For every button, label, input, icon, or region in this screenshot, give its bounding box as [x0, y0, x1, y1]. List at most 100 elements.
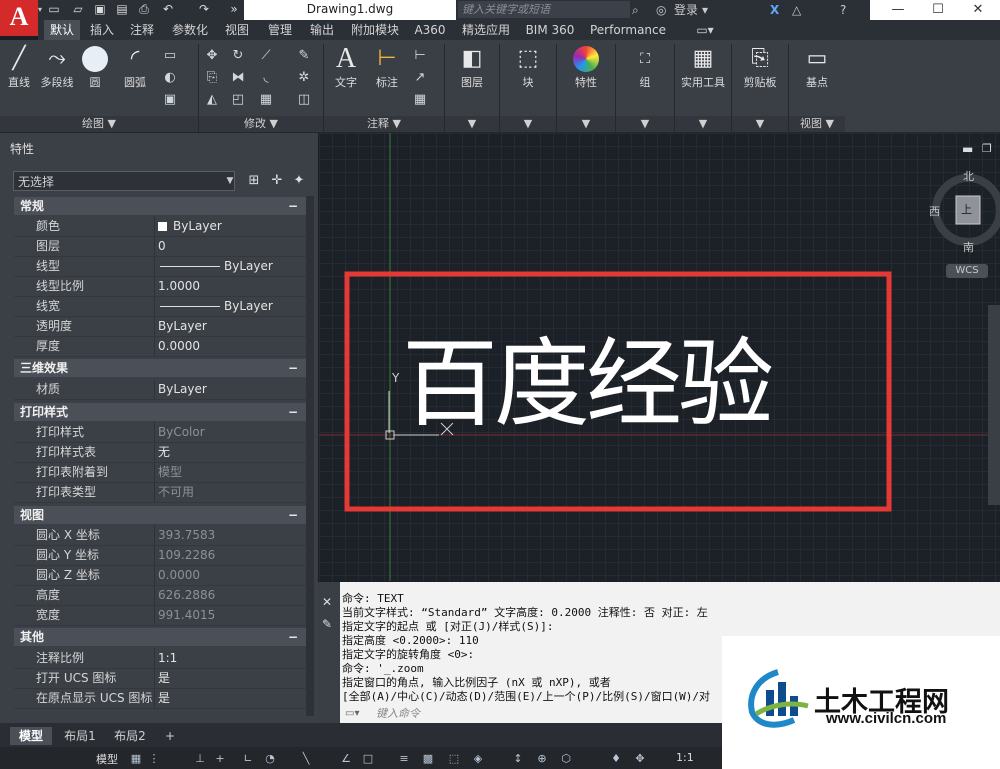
linear-dim-icon[interactable]: ⊢ [412, 48, 428, 64]
navigation-bar[interactable] [988, 305, 1000, 505]
tab-view[interactable]: 视图 [220, 20, 254, 40]
property-row[interactable]: 线型 ByLayer [14, 256, 306, 277]
infer-constraints-icon[interactable]: ⊥ [192, 751, 208, 767]
stretch-icon[interactable]: ◭ [204, 92, 220, 108]
new-file-icon[interactable]: ▭ [46, 2, 62, 16]
clipboard-button[interactable]: ⎘ 剪贴板 [738, 44, 782, 90]
compass-north[interactable]: 北 [963, 168, 974, 184]
tab-a360[interactable]: A360 [410, 20, 450, 40]
lineweight-icon[interactable]: ≡ [396, 751, 412, 767]
property-row[interactable]: 宽度 991.4015 [14, 605, 306, 626]
move-icon[interactable]: ✥ [204, 48, 220, 64]
tab-performance[interactable]: Performance [588, 20, 668, 40]
property-row[interactable]: 圆心 Y 坐标 109.2286 [14, 545, 306, 566]
property-row[interactable]: 圆心 X 坐标 393.7583 [14, 525, 306, 546]
search-input[interactable]: 键入关键字或短语 [458, 1, 630, 18]
close-icon[interactable]: ✕ [958, 0, 998, 20]
osnap-tracking-icon[interactable]: ∠ [338, 751, 354, 767]
erase-icon[interactable]: ✎ [296, 48, 312, 64]
more-arrows-icon[interactable]: » [226, 2, 242, 16]
polyline-button[interactable]: ⤳ 多段线 [38, 44, 76, 90]
tab-output[interactable]: 输出 [304, 20, 340, 40]
transparency-icon[interactable]: ▩ [420, 751, 436, 767]
dynamic-ucs-icon[interactable]: ↕ [510, 751, 526, 767]
property-row[interactable]: 打印表附着到 模型 [14, 462, 306, 483]
group-button[interactable]: ⛶ 组 [628, 44, 662, 90]
gizmo-icon[interactable]: ⬡ [558, 751, 574, 767]
property-row[interactable]: 厚度 0.0000 [14, 336, 306, 357]
property-row[interactable]: 打印样式 ByColor [14, 422, 306, 443]
print-icon[interactable]: ⎙ [136, 2, 152, 16]
open-folder-icon[interactable]: ▱ [70, 2, 86, 16]
a360-icon[interactable]: △ [792, 2, 801, 18]
save-icon[interactable]: ▣ [92, 2, 108, 16]
selection-cycling-icon[interactable]: ⬚ [446, 751, 462, 767]
tab-layout2[interactable]: 布局2 [108, 727, 152, 745]
select-objects-icon[interactable]: ✛ [268, 172, 286, 190]
app-menu-chevron-icon[interactable]: ▾ [38, 0, 44, 20]
drawn-text[interactable]: 百度经验 [402, 329, 774, 439]
login-link[interactable]: 登录 [674, 2, 698, 18]
tab-addins[interactable]: 附加模块 [346, 20, 404, 40]
tab-home[interactable]: 默认 [44, 20, 80, 40]
offset-icon[interactable]: ◫ [296, 92, 312, 108]
command-input[interactable]: 键入命令 [376, 707, 716, 721]
block-button[interactable]: ⬚ 块 [508, 44, 548, 90]
utilities-panel-expand[interactable]: ▼ [675, 116, 731, 132]
properties-scrollbar[interactable] [306, 196, 314, 716]
help-icon[interactable]: ? [840, 2, 846, 18]
explode-icon[interactable]: ✲ [296, 70, 312, 86]
draw-panel-label[interactable]: 绘图 ▼ [0, 116, 198, 132]
text-button[interactable]: A 文字 [330, 44, 362, 90]
copy-icon[interactable]: ⎘ [204, 70, 220, 86]
leader-icon[interactable]: ↗ [412, 70, 428, 86]
undo-icon[interactable]: ↶ [160, 2, 176, 16]
minimize-icon[interactable]: — [878, 0, 918, 20]
snap-icon[interactable]: ⋮ [146, 751, 162, 767]
property-row[interactable]: 注释比例 1:1 [14, 648, 306, 669]
hatch-icon[interactable]: ◐ [162, 70, 178, 86]
add-layout-icon[interactable]: + [160, 727, 180, 745]
section-3d-effects[interactable]: 三维效果 − [14, 359, 306, 377]
section-view[interactable]: 视图 − [14, 506, 306, 524]
viewcube-face-top[interactable]: 上 [961, 201, 972, 217]
tab-manage[interactable]: 管理 [262, 20, 298, 40]
property-row[interactable]: 材质 ByLayer [14, 379, 306, 400]
redo-icon[interactable]: ↷ [196, 2, 212, 16]
utilities-button[interactable]: ▦ 实用工具 [678, 44, 728, 90]
chevron-down-icon[interactable]: ▼ [224, 172, 236, 190]
selection-filter-icon[interactable]: ⊕ [534, 751, 550, 767]
property-row[interactable]: 线型比例 1.0000 [14, 276, 306, 297]
property-row[interactable]: 打开 UCS 图标是 [14, 668, 306, 689]
command-prompt-icon[interactable]: ▭▾ [345, 707, 367, 721]
exchange-apps-icon[interactable]: X [770, 2, 779, 18]
object-snap-icon[interactable]: □ [360, 751, 376, 767]
tab-parametric[interactable]: 参数化 [166, 20, 214, 40]
rectangle-icon[interactable]: ▭ [162, 48, 178, 64]
quick-select-icon[interactable]: ✦ [290, 172, 308, 190]
property-row[interactable]: 透明度 ByLayer [14, 316, 306, 337]
dynamic-input-icon[interactable]: + [212, 751, 228, 767]
property-row[interactable]: 高度 626.2886 [14, 585, 306, 606]
region-icon[interactable]: ▣ [162, 92, 178, 108]
binoculars-icon[interactable]: ⌕ [632, 2, 639, 18]
model-space-toggle[interactable]: 模型 [96, 751, 118, 767]
layers-button[interactable]: ◧ 图层 [452, 44, 492, 90]
property-row[interactable]: 线宽 ByLayer [14, 296, 306, 317]
arc-button[interactable]: ◜ 圆弧 [118, 44, 152, 90]
base-point-button[interactable]: ▭ 基点 [800, 44, 834, 90]
table-icon[interactable]: ▦ [412, 92, 428, 108]
grid-icon[interactable]: ▦ [128, 751, 144, 767]
mirror-icon[interactable]: ⧓ [230, 70, 246, 86]
ortho-icon[interactable]: ∟ [240, 751, 256, 767]
wcs-menu[interactable]: WCS [946, 264, 988, 278]
tab-featured-apps[interactable]: 精选应用 [458, 20, 514, 40]
line-button[interactable]: ╱ 直线 [4, 44, 34, 90]
group-panel-expand[interactable]: ▼ [616, 116, 674, 132]
array-icon[interactable]: ▦ [258, 92, 274, 108]
scale-icon[interactable]: ◰ [230, 92, 246, 108]
viewport-minimize-icon[interactable]: ▬ [962, 142, 973, 156]
property-row[interactable]: 打印样式表无 [14, 442, 306, 463]
close-icon[interactable]: ✕ [322, 595, 332, 609]
property-row[interactable]: 打印表类型 不可用 [14, 482, 306, 503]
